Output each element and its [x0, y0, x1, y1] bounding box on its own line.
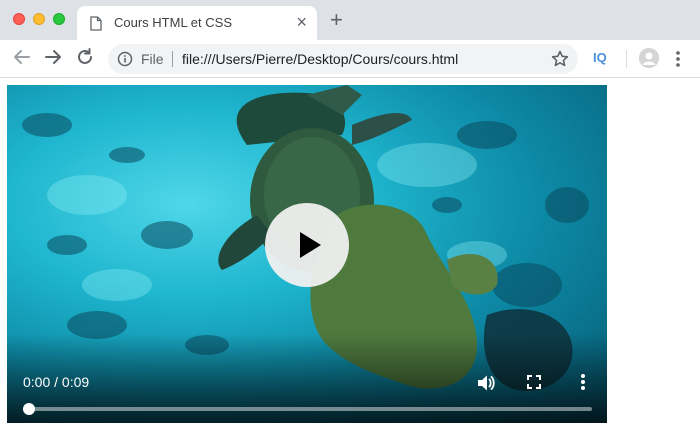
play-icon: [265, 203, 349, 292]
tab-close-button[interactable]: ×: [296, 13, 307, 31]
tab-active[interactable]: Cours HTML et CSS ×: [77, 6, 317, 40]
progress-thumb[interactable]: [23, 403, 35, 415]
window-minimize-button[interactable]: [33, 13, 45, 25]
scheme-label: File: [141, 51, 164, 67]
reload-icon[interactable]: [74, 46, 96, 73]
window-zoom-button[interactable]: [53, 13, 65, 25]
extension-iq-button[interactable]: IQ: [593, 50, 607, 65]
play-button[interactable]: [265, 203, 349, 287]
fullscreen-icon[interactable]: [524, 372, 544, 397]
window-close-button[interactable]: [13, 13, 25, 25]
document-icon: [90, 16, 102, 36]
address-bar[interactable]: File file:///Users/Pierre/Desktop/Cours/…: [108, 44, 578, 74]
browser-toolbar: File file:///Users/Pierre/Desktop/Cours/…: [0, 40, 700, 78]
volume-icon[interactable]: [475, 372, 497, 399]
url-text[interactable]: file:///Users/Pierre/Desktop/Cours/cours…: [182, 51, 458, 67]
tab-strip: Cours HTML et CSS × +: [0, 0, 700, 40]
info-icon[interactable]: [117, 51, 133, 72]
arrow-right-icon[interactable]: [42, 46, 64, 73]
new-tab-button[interactable]: +: [330, 9, 343, 31]
omnibox-separator: [172, 51, 173, 67]
toolbar-separator: [626, 50, 627, 68]
kebab-menu-icon[interactable]: [675, 49, 681, 74]
arrow-left-icon[interactable]: [11, 46, 33, 73]
more-vert-icon[interactable]: [579, 372, 587, 397]
avatar-icon[interactable]: [639, 48, 659, 68]
video-player[interactable]: 0:00 / 0:09: [7, 85, 607, 423]
tab-title: Cours HTML et CSS: [114, 15, 232, 30]
progress-track[interactable]: [27, 407, 592, 411]
star-icon[interactable]: [550, 49, 570, 74]
time-display: 0:00 / 0:09: [23, 374, 90, 390]
